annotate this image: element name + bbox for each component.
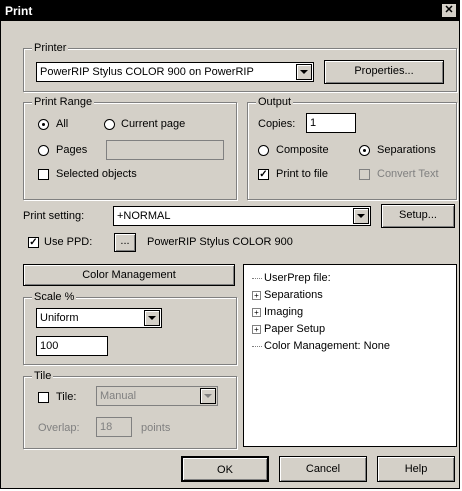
scale-mode-value: Uniform	[40, 312, 79, 324]
copies-input[interactable]: 1	[306, 113, 356, 133]
tree-item[interactable]: UserPrep file:	[252, 271, 331, 285]
print-dialog: Print ✕ Printer PowerRIP Stylus COLOR 90…	[0, 0, 460, 489]
tile-mode-select[interactable]: Manual	[96, 386, 218, 406]
tree-item[interactable]: + Separations	[252, 288, 323, 302]
ppd-browse-button[interactable]: ...	[114, 233, 136, 252]
tile-mode-value: Manual	[100, 390, 137, 402]
tree-item[interactable]: + Imaging	[252, 305, 303, 319]
options-tree[interactable]: UserPrep file: + Separations + Imaging + Pa…	[243, 264, 457, 447]
current-page-label[interactable]: Current page	[121, 117, 185, 131]
chevron-down-icon[interactable]	[200, 388, 216, 404]
output-group-label: Output	[256, 96, 294, 108]
tree-line-icon	[252, 277, 262, 279]
print-setting-label: Print setting:	[23, 210, 85, 222]
setup-button[interactable]: Setup...	[381, 204, 455, 228]
cancel-button[interactable]: Cancel	[279, 456, 367, 482]
print-range-group-label: Print Range	[32, 96, 95, 108]
close-icon[interactable]: ✕	[442, 4, 456, 17]
all-radio[interactable]	[38, 119, 49, 130]
scale-mode-select[interactable]: Uniform	[36, 308, 162, 328]
tile-group-label: Tile	[32, 370, 54, 382]
help-button[interactable]: Help	[377, 456, 455, 482]
use-ppd-label[interactable]: Use PPD:	[44, 235, 92, 249]
print-setting-select[interactable]: +NORMAL	[113, 206, 371, 226]
selected-objects-label[interactable]: Selected objects	[56, 167, 137, 181]
printer-select[interactable]: PowerRIP Stylus COLOR 900 on PowerRIP	[36, 62, 314, 82]
tree-item[interactable]: + Paper Setup	[252, 322, 325, 336]
expand-icon[interactable]: +	[252, 324, 261, 334]
separations-label[interactable]: Separations	[377, 143, 436, 157]
properties-button[interactable]: Properties...	[324, 60, 444, 84]
print-setting-value: +NORMAL	[117, 210, 171, 222]
separations-radio[interactable]	[359, 145, 370, 156]
expand-icon[interactable]: +	[252, 290, 261, 300]
points-label: points	[141, 422, 171, 434]
pages-input[interactable]	[106, 140, 224, 160]
tree-item[interactable]: Color Management: None	[252, 339, 390, 353]
pages-radio[interactable]	[38, 145, 49, 156]
tile-label[interactable]: Tile:	[56, 390, 76, 404]
overlap-input[interactable]: 18	[96, 417, 132, 437]
chevron-down-icon[interactable]	[353, 208, 369, 224]
composite-radio[interactable]	[258, 145, 269, 156]
printer-select-value: PowerRIP Stylus COLOR 900 on PowerRIP	[40, 66, 254, 78]
selected-objects-checkbox[interactable]	[38, 169, 49, 180]
ppd-name: PowerRIP Stylus COLOR 900	[147, 236, 293, 248]
print-to-file-label[interactable]: Print to file	[276, 167, 328, 181]
ok-button[interactable]: OK	[181, 456, 269, 482]
expand-icon[interactable]: +	[252, 307, 261, 317]
composite-label[interactable]: Composite	[276, 143, 329, 157]
use-ppd-checkbox[interactable]: ✓	[28, 237, 39, 248]
scale-group-label: Scale %	[32, 291, 77, 303]
color-management-button[interactable]: Color Management	[23, 264, 235, 286]
convert-text-label[interactable]: Convert Text	[377, 167, 439, 181]
print-to-file-checkbox[interactable]: ✓	[258, 169, 269, 180]
tile-checkbox[interactable]	[38, 392, 49, 403]
all-label[interactable]: All	[56, 117, 68, 131]
overlap-label: Overlap:	[38, 422, 80, 434]
dialog-title: Print	[5, 4, 33, 18]
chevron-down-icon[interactable]	[296, 64, 312, 80]
convert-text-checkbox[interactable]	[359, 169, 370, 180]
title-bar: Print ✕	[1, 1, 459, 21]
pages-label[interactable]: Pages	[56, 143, 87, 157]
tree-line-icon	[252, 345, 262, 347]
chevron-down-icon[interactable]	[144, 310, 160, 326]
scale-input[interactable]: 100	[36, 336, 108, 356]
printer-group-label: Printer	[32, 42, 69, 54]
copies-label: Copies:	[258, 118, 296, 130]
current-page-radio[interactable]	[104, 119, 115, 130]
